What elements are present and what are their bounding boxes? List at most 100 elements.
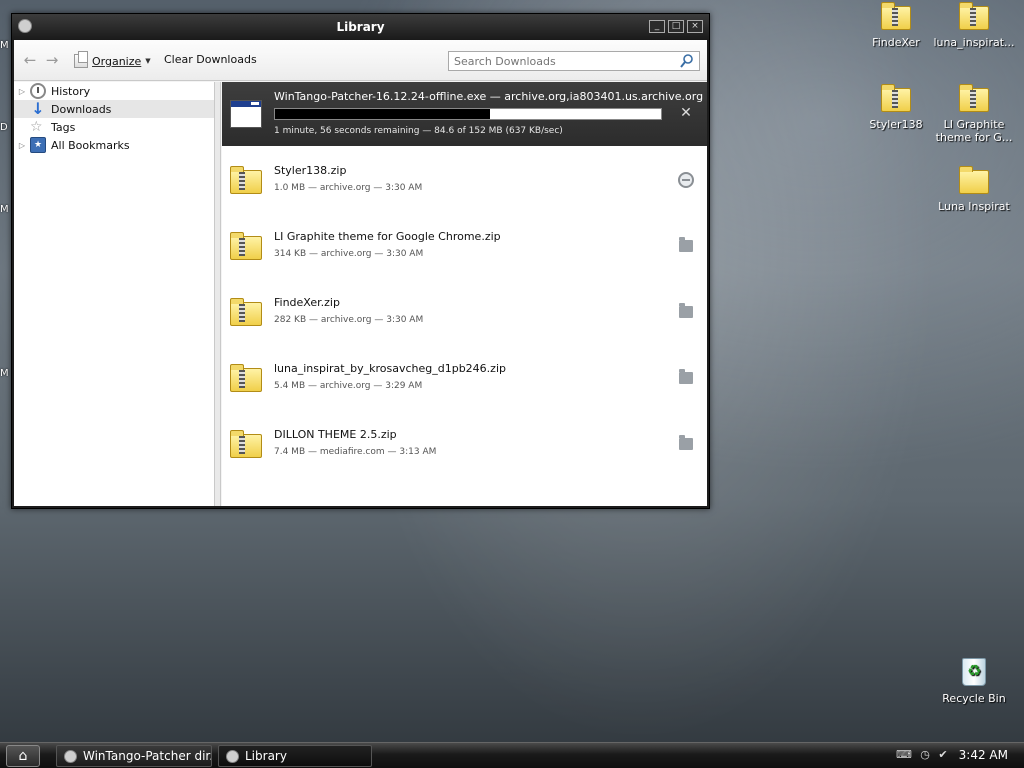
download-meta: 5.4 MB — archive.org — 3:29 AM xyxy=(274,381,423,391)
window-client: ← → Organize ▼ Clear Downloads ▷ History xyxy=(14,40,707,506)
desktop-icon-styler138[interactable]: Styler138 xyxy=(854,84,938,131)
sidebar-item-label: All Bookmarks xyxy=(51,138,130,152)
desktop-icon-label: FindeXer xyxy=(872,36,920,49)
window-titlebar[interactable]: Library _ □ × xyxy=(12,14,709,40)
desktop-icon-label: Styler138 xyxy=(869,118,923,131)
desktop-icon-findexer[interactable]: FindeXer xyxy=(854,2,938,49)
maximize-button[interactable]: □ xyxy=(668,20,684,33)
sidebar-item-label: Tags xyxy=(51,120,76,134)
desktop-icon-label: LI Graphite theme for G... xyxy=(935,118,1013,144)
folder-icon xyxy=(957,166,991,196)
sidebar-item-history[interactable]: ▷ History xyxy=(14,82,214,100)
desktop-edge-letter: M xyxy=(0,40,9,51)
back-arrow-icon[interactable]: ← xyxy=(22,52,38,68)
minimize-button[interactable]: _ xyxy=(649,20,665,33)
download-progress-bar xyxy=(274,108,662,120)
download-meta: 314 KB — archive.org — 3:30 AM xyxy=(274,249,424,259)
download-meta: 1.0 MB — archive.org — 3:30 AM xyxy=(274,183,423,193)
list-item[interactable]: FindeXer.zip 282 KB — archive.org — 3:30… xyxy=(222,280,707,346)
window-title: Library xyxy=(336,20,385,34)
network-icon[interactable]: ✔ xyxy=(936,748,950,762)
app-icon xyxy=(226,750,239,763)
desktop-icon-label: Recycle Bin xyxy=(942,692,1006,705)
taskbar-button-label: Library xyxy=(245,749,287,763)
taskbar-button-label: WinTango-Patcher dir... xyxy=(83,749,212,763)
zip-folder-icon xyxy=(879,84,913,114)
search-icon[interactable] xyxy=(680,53,694,69)
active-download-row[interactable]: WinTango-Patcher-16.12.24-offline.exe — … xyxy=(222,82,707,146)
desktop-icon-recycle-bin[interactable]: Recycle Bin xyxy=(932,656,1016,705)
download-meta: 282 KB — archive.org — 3:30 AM xyxy=(274,315,424,325)
taskbar-clock[interactable]: 3:42 AM xyxy=(959,748,1008,762)
download-status: 1 minute, 56 seconds remaining — 84.6 of… xyxy=(274,126,563,136)
download-arrow-icon: ↓ xyxy=(31,99,45,118)
open-folder-icon[interactable] xyxy=(679,303,693,318)
library-window: Library _ □ × ← → Organize ▼ Clear Downl… xyxy=(11,13,710,509)
download-name: DILLON THEME 2.5.zip xyxy=(274,428,397,441)
desktop-icon-luna-inspirat-zip[interactable]: luna_inspirat... xyxy=(932,2,1016,49)
desktop-edge-letter: D xyxy=(0,122,8,133)
zip-folder-icon xyxy=(879,2,913,32)
taskbar-button-library[interactable]: Library xyxy=(218,745,372,767)
sidebar: ▷ History ↓ Downloads ☆ Tags ▷ ★ All Boo… xyxy=(14,82,215,506)
organize-button[interactable]: Organize ▼ xyxy=(74,51,151,69)
recycle-bin-icon xyxy=(959,656,989,688)
taskbar: ⌂ WinTango-Patcher dir... Library ⌨ ◷ ✔ … xyxy=(0,742,1024,768)
sidebar-item-tags[interactable]: ☆ Tags xyxy=(14,118,214,136)
home-icon: ⌂ xyxy=(18,748,28,764)
download-name: WinTango-Patcher-16.12.24-offline.exe — … xyxy=(274,90,704,103)
executable-file-icon xyxy=(230,100,262,128)
desktop-edge-letter: M xyxy=(0,204,9,215)
cancel-download-icon[interactable]: ✕ xyxy=(679,106,693,120)
pane-splitter[interactable] xyxy=(215,82,221,506)
sidebar-item-label: History xyxy=(51,84,91,98)
app-icon xyxy=(64,750,77,763)
sidebar-item-all-bookmarks[interactable]: ▷ ★ All Bookmarks xyxy=(14,136,214,154)
desktop-icon-label: Luna Inspirat xyxy=(938,200,1010,213)
open-folder-icon[interactable] xyxy=(679,435,693,450)
desktop-icon-luna-inspirat-folder[interactable]: Luna Inspirat xyxy=(932,166,1016,213)
list-item[interactable]: luna_inspirat_by_krosavcheg_d1pb246.zip … xyxy=(222,346,707,412)
list-item[interactable]: LI Graphite theme for Google Chrome.zip … xyxy=(222,214,707,280)
clear-downloads-button[interactable]: Clear Downloads xyxy=(164,53,257,66)
sidebar-item-label: Downloads xyxy=(51,102,112,116)
download-name: FindeXer.zip xyxy=(274,296,340,309)
zip-folder-icon xyxy=(230,362,264,392)
zip-folder-icon xyxy=(230,428,264,458)
toolbar: ← → Organize ▼ Clear Downloads xyxy=(14,40,707,81)
sidebar-item-downloads[interactable]: ↓ Downloads xyxy=(14,100,214,118)
download-name: Styler138.zip xyxy=(274,164,347,177)
keyboard-icon[interactable]: ⌨ xyxy=(896,748,912,762)
retry-icon[interactable] xyxy=(678,172,694,188)
zip-folder-icon xyxy=(957,2,991,32)
chevron-down-icon: ▼ xyxy=(145,57,151,65)
list-item[interactable]: DILLON THEME 2.5.zip 7.4 MB — mediafire.… xyxy=(222,412,707,478)
open-folder-icon[interactable] xyxy=(679,237,693,252)
zip-folder-icon xyxy=(230,296,264,326)
download-name: luna_inspirat_by_krosavcheg_d1pb246.zip xyxy=(274,362,506,375)
tag-icon: ☆ xyxy=(30,119,43,135)
clock-tray-icon[interactable]: ◷ xyxy=(918,748,932,762)
start-button[interactable]: ⌂ xyxy=(6,745,40,767)
list-item[interactable]: Styler138.zip 1.0 MB — archive.org — 3:3… xyxy=(222,148,707,214)
desktop-icon-li-graphite[interactable]: LI Graphite theme for G... xyxy=(932,84,1016,144)
search-input[interactable] xyxy=(449,52,669,70)
zip-folder-icon xyxy=(230,164,264,194)
bookmarks-icon: ★ xyxy=(30,137,46,153)
progress-fill xyxy=(275,109,490,119)
system-tray: ⌨ ◷ ✔ 3:42 AM xyxy=(884,743,1024,768)
search-box xyxy=(448,51,700,71)
open-folder-icon[interactable] xyxy=(679,369,693,384)
download-meta: 7.4 MB — mediafire.com — 3:13 AM xyxy=(274,447,437,457)
zip-folder-icon xyxy=(957,84,991,114)
expand-triangle-icon[interactable]: ▷ xyxy=(16,141,28,150)
downloads-list: WinTango-Patcher-16.12.24-offline.exe — … xyxy=(222,82,707,506)
taskbar-button-wintango[interactable]: WinTango-Patcher dir... xyxy=(56,745,212,767)
forward-arrow-icon[interactable]: → xyxy=(44,52,60,68)
organize-icon xyxy=(74,51,88,68)
close-button[interactable]: × xyxy=(687,20,703,33)
organize-label: Organize xyxy=(92,54,142,68)
desktop-icon-label: luna_inspirat... xyxy=(933,36,1015,49)
expand-triangle-icon[interactable]: ▷ xyxy=(16,87,28,96)
desktop-edge-letter: M xyxy=(0,368,9,379)
